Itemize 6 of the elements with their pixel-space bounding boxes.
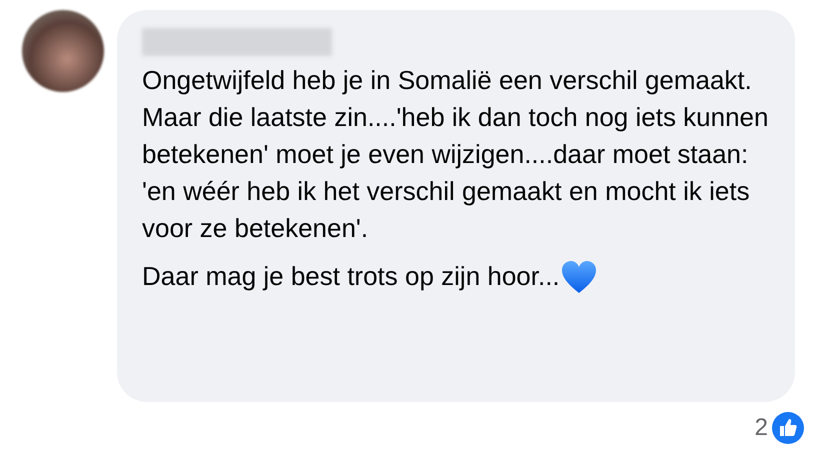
comment-text: Ongetwijfeld heb je in Somalië een verschil gemaakt. Maar die laatste zin....'heb ik dan toch nog iets kunnen betekenen' moet je even wijzigen....daar moet staan: 'en wéér heb ik het verschil gemaakt en mocht ik iets voor ze betekenen'. [142, 65, 770, 243]
reaction-count[interactable]: 2 [754, 410, 768, 446]
heart-icon [560, 260, 597, 294]
avatar[interactable] [22, 10, 104, 92]
comment-text: Daar mag je best trots op zijn hoor... [142, 260, 560, 293]
thumbs-up-icon[interactable] [772, 412, 804, 444]
